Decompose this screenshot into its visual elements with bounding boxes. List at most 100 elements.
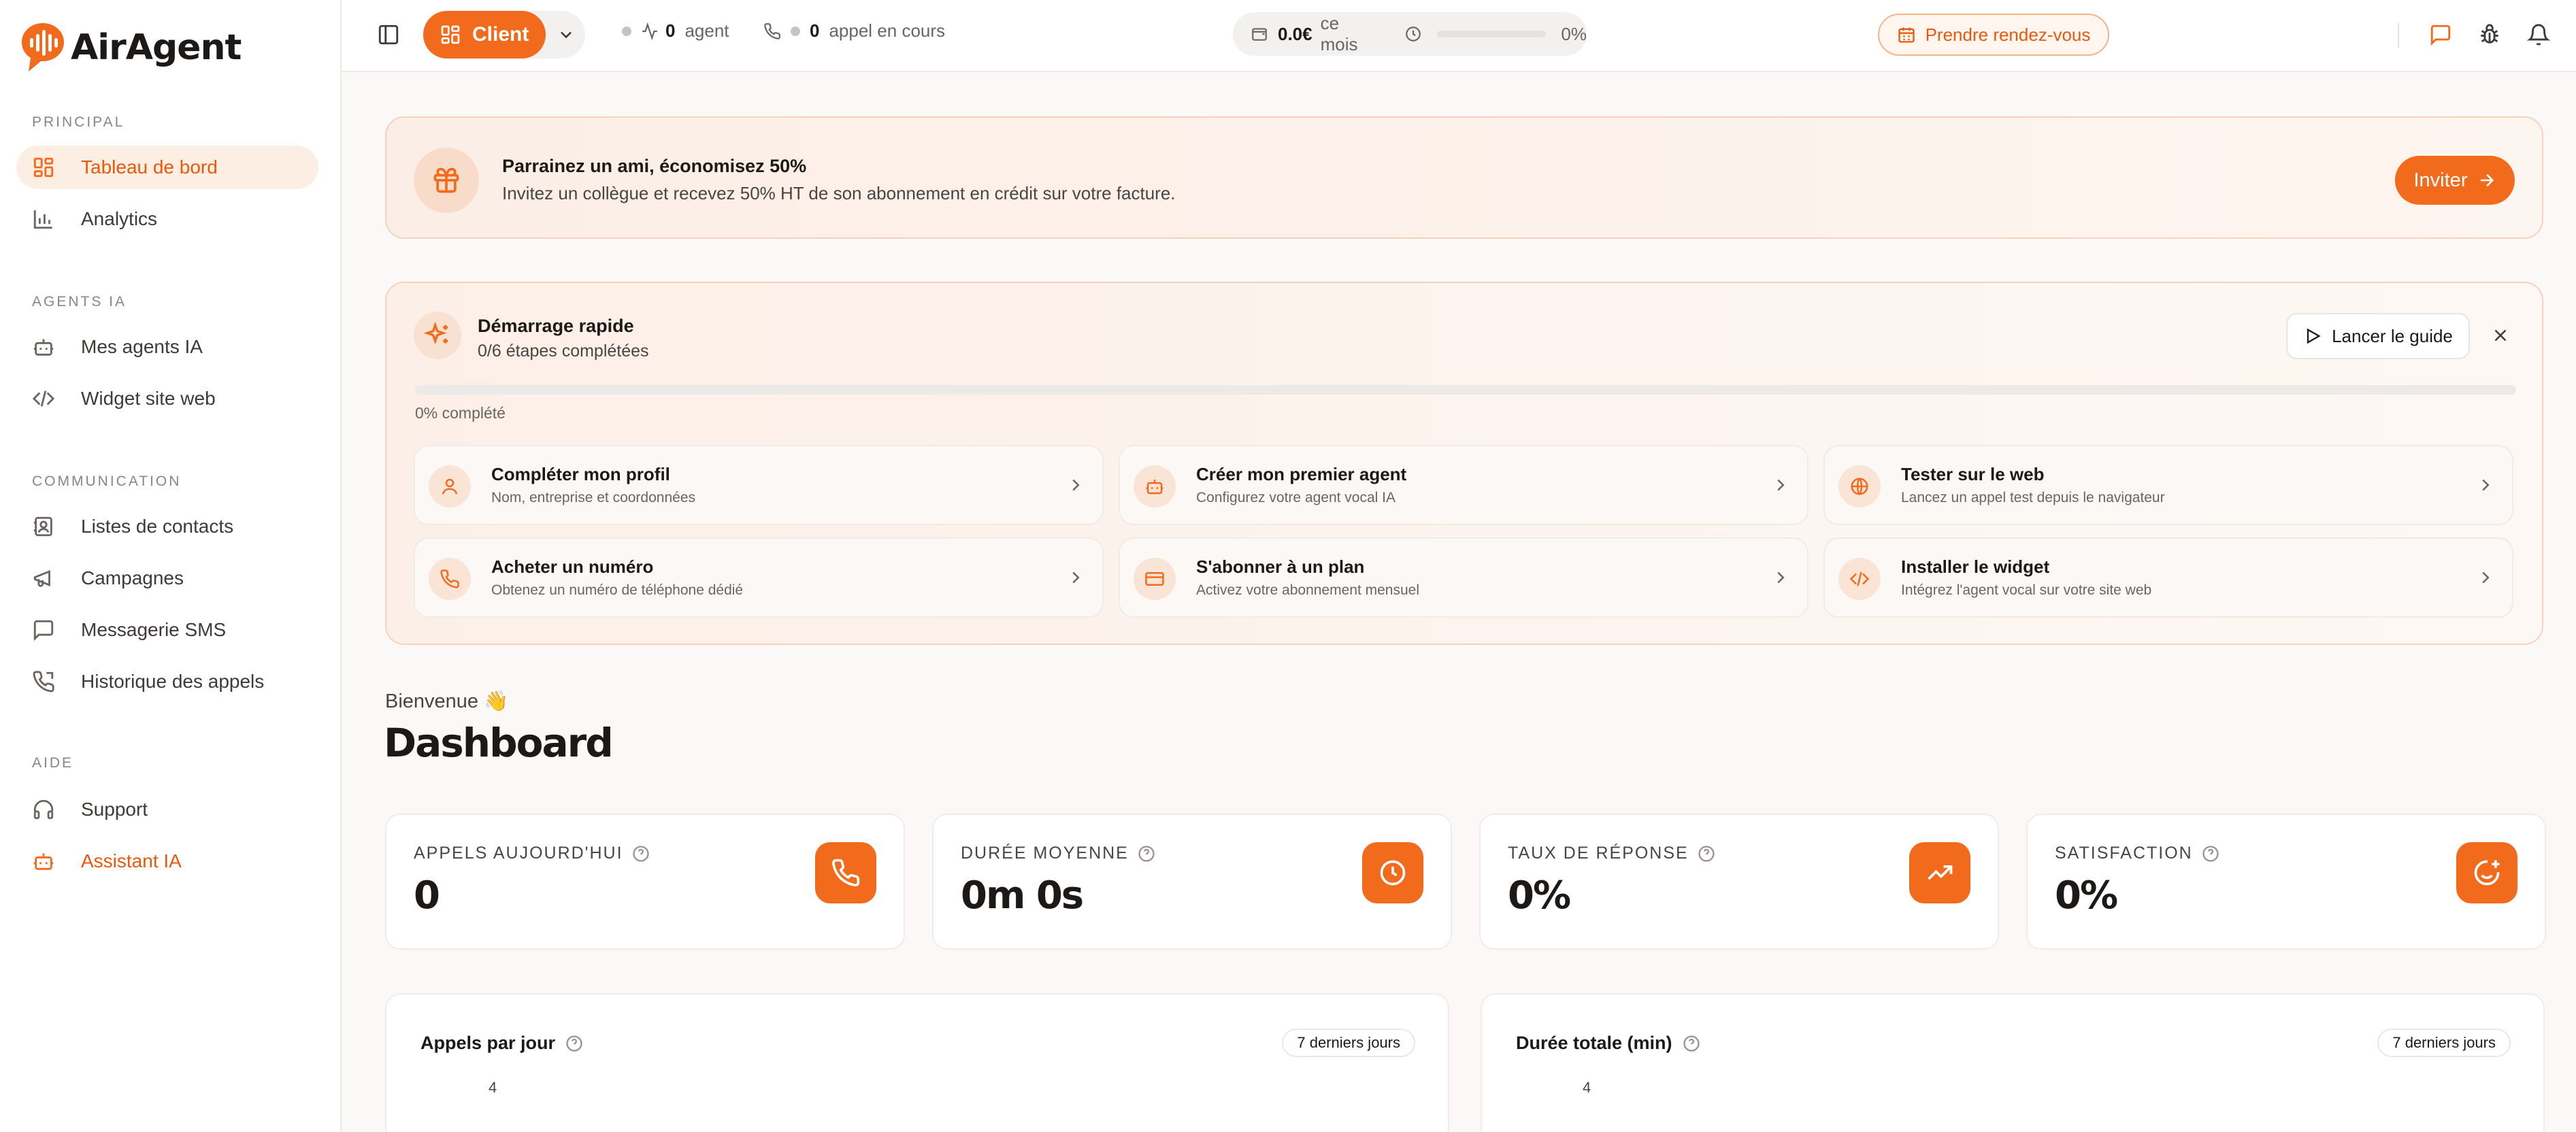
- bell-icon[interactable]: [2527, 23, 2550, 46]
- step-description: Nom, entreprise et coordonnées: [491, 490, 695, 505]
- chevron-right-icon: [1066, 567, 1086, 588]
- sidebar-item-messagerie-sms[interactable]: Messagerie SMS: [16, 608, 318, 652]
- step-title: S'abonner à un plan: [1196, 556, 1365, 577]
- section-label-agents-ia: AGENTS IA: [32, 294, 127, 310]
- quickstart-title: Démarrage rapide: [478, 316, 634, 336]
- quickstart-subtitle: 0/6 étapes complétées: [478, 342, 649, 361]
- contacts-icon: [32, 515, 55, 538]
- kpi-card-taux: TAUX DE RÉPONSE 0%: [1479, 814, 1999, 950]
- appointment-label: Prendre rendez-vous: [1925, 24, 2091, 45]
- quickstart-progress-text: 0% complété: [415, 404, 506, 422]
- megaphone-icon: [32, 567, 55, 590]
- play-icon: [2303, 327, 2322, 346]
- page-title: Dashboard: [384, 720, 614, 766]
- kpi-value: 0%: [2055, 873, 2118, 918]
- chevron-right-icon: [1770, 567, 1791, 588]
- agents-label: agent: [684, 20, 729, 41]
- kpi-value: 0m 0s: [961, 873, 1084, 918]
- invite-label: Inviter: [2413, 169, 2468, 191]
- phone-icon: [815, 842, 876, 903]
- sidebar-item-listes-de-contacts[interactable]: Listes de contacts: [16, 505, 318, 548]
- sidebar-item-mes-agents-ia[interactable]: Mes agents IA: [16, 325, 318, 369]
- role-switcher[interactable]: Client: [423, 11, 585, 59]
- chevron-down-icon[interactable]: [557, 25, 576, 44]
- step-title: Installer le widget: [1901, 556, 2050, 577]
- calendar-icon: [1897, 25, 1916, 44]
- help-circle-icon[interactable]: [631, 844, 650, 863]
- help-circle-icon[interactable]: [565, 1034, 584, 1053]
- phone-icon: [429, 558, 471, 600]
- divider: [2398, 23, 2399, 48]
- smile-plus-icon: [2456, 842, 2517, 903]
- sidebar-item-assistant-ia[interactable]: Assistant IA: [16, 839, 318, 883]
- step-abonner-plan[interactable]: S'abonner à un plan Activez votre abonne…: [1119, 537, 1809, 618]
- step-installer-widget[interactable]: Installer le widget Intégrez l'agent voc…: [1823, 537, 2513, 618]
- quickstart-progress-bar: [415, 385, 2516, 395]
- help-circle-icon[interactable]: [2201, 844, 2220, 863]
- sidebar: AirAgent PRINCIPAL Tableau de bord Analy…: [0, 0, 342, 1132]
- date-range-selector[interactable]: 7 derniers jours: [2377, 1029, 2511, 1057]
- help-circle-icon[interactable]: [1682, 1034, 1701, 1053]
- step-description: Intégrez l'agent vocal sur votre site we…: [1901, 582, 2152, 598]
- help-circle-icon[interactable]: [1697, 844, 1716, 863]
- invite-button[interactable]: Inviter: [2395, 156, 2515, 205]
- launch-guide-button[interactable]: Lancer le guide: [2286, 313, 2470, 359]
- sidebar-item-label: Campagnes: [81, 567, 184, 588]
- sidebar-item-tableau-de-bord[interactable]: Tableau de bord: [16, 146, 318, 189]
- status-dot: [791, 26, 800, 36]
- chart-title: Durée totale (min): [1516, 1033, 1672, 1053]
- step-description: Obtenez un numéro de téléphone dédié: [491, 582, 744, 598]
- step-title: Tester sur le web: [1901, 464, 2045, 484]
- chart-card-duree-totale: Durée totale (min) 7 derniers jours 4: [1481, 993, 2545, 1132]
- wallet-icon: [1251, 25, 1268, 43]
- sidebar-item-historique-des-appels[interactable]: Historique des appels: [16, 660, 318, 703]
- step-completer-profil[interactable]: Compléter mon profil Nom, entreprise et …: [414, 445, 1104, 525]
- step-description: Configurez votre agent vocal IA: [1196, 490, 1396, 505]
- usage-progress-bar: [1437, 31, 1547, 37]
- step-acheter-numero[interactable]: Acheter un numéro Obtenez un numéro de t…: [414, 537, 1104, 618]
- date-range-selector[interactable]: 7 derniers jours: [1282, 1029, 1415, 1057]
- role-label: Client: [472, 23, 529, 46]
- help-circle-icon[interactable]: [1137, 844, 1156, 863]
- close-icon[interactable]: [2490, 325, 2511, 346]
- kpi-value: 0: [414, 873, 440, 918]
- sidebar-item-label: Tableau de bord: [81, 156, 218, 178]
- referral-title: Parrainez un ami, économisez 50%: [502, 156, 807, 176]
- sidebar-item-campagnes[interactable]: Campagnes: [16, 556, 318, 600]
- message-icon: [32, 618, 55, 642]
- agents-status: 0 agent: [622, 20, 729, 41]
- monthly-cost-pill: 0.0€ ce mois 0%: [1233, 12, 1587, 56]
- chevron-right-icon: [1770, 475, 1791, 495]
- topbar: Client 0 agent 0 appel en cours 0.0€ ce …: [342, 0, 2576, 72]
- sidebar-item-label: Listes de contacts: [81, 516, 234, 537]
- usage-percent: 0%: [1561, 23, 1587, 44]
- logo[interactable]: AirAgent: [20, 22, 242, 73]
- client-role-button[interactable]: Client: [423, 11, 546, 59]
- sidebar-item-widget-site-web[interactable]: Widget site web: [16, 377, 318, 420]
- welcome-greeting: Bienvenue 👋: [385, 690, 509, 712]
- bug-icon[interactable]: [2478, 23, 2501, 46]
- kpi-card-duree: DURÉE MOYENNE 0m 0s: [932, 814, 1452, 950]
- sidebar-item-label: Assistant IA: [81, 850, 182, 871]
- sidebar-item-label: Messagerie SMS: [81, 619, 227, 640]
- sidebar-item-support[interactable]: Support: [16, 788, 318, 831]
- sidebar-toggle-icon[interactable]: [377, 23, 400, 46]
- user-icon: [429, 465, 471, 507]
- sidebar-item-label: Widget site web: [81, 388, 216, 409]
- appointment-button[interactable]: Prendre rendez-vous: [1878, 14, 2109, 56]
- y-tick-label: 4: [1583, 1079, 1591, 1096]
- step-creer-agent[interactable]: Créer mon premier agent Configurez votre…: [1119, 445, 1809, 525]
- headset-icon: [32, 798, 55, 821]
- sparkles-icon: [414, 312, 461, 359]
- sidebar-item-analytics[interactable]: Analytics: [16, 197, 318, 241]
- referral-text: Invitez un collègue et recevez 50% HT de…: [502, 183, 1176, 203]
- sidebar-item-label: Support: [81, 799, 148, 820]
- phone-icon: [763, 22, 781, 40]
- clock-icon: [1404, 25, 1422, 43]
- section-label-communication: COMMUNICATION: [32, 473, 182, 489]
- step-tester-web[interactable]: Tester sur le web Lancez un appel test d…: [1823, 445, 2513, 525]
- calls-status: 0 appel en cours: [763, 20, 945, 41]
- feedback-chat-icon[interactable]: [2429, 23, 2452, 46]
- step-title: Créer mon premier agent: [1196, 464, 1407, 484]
- bot-icon: [1134, 465, 1176, 507]
